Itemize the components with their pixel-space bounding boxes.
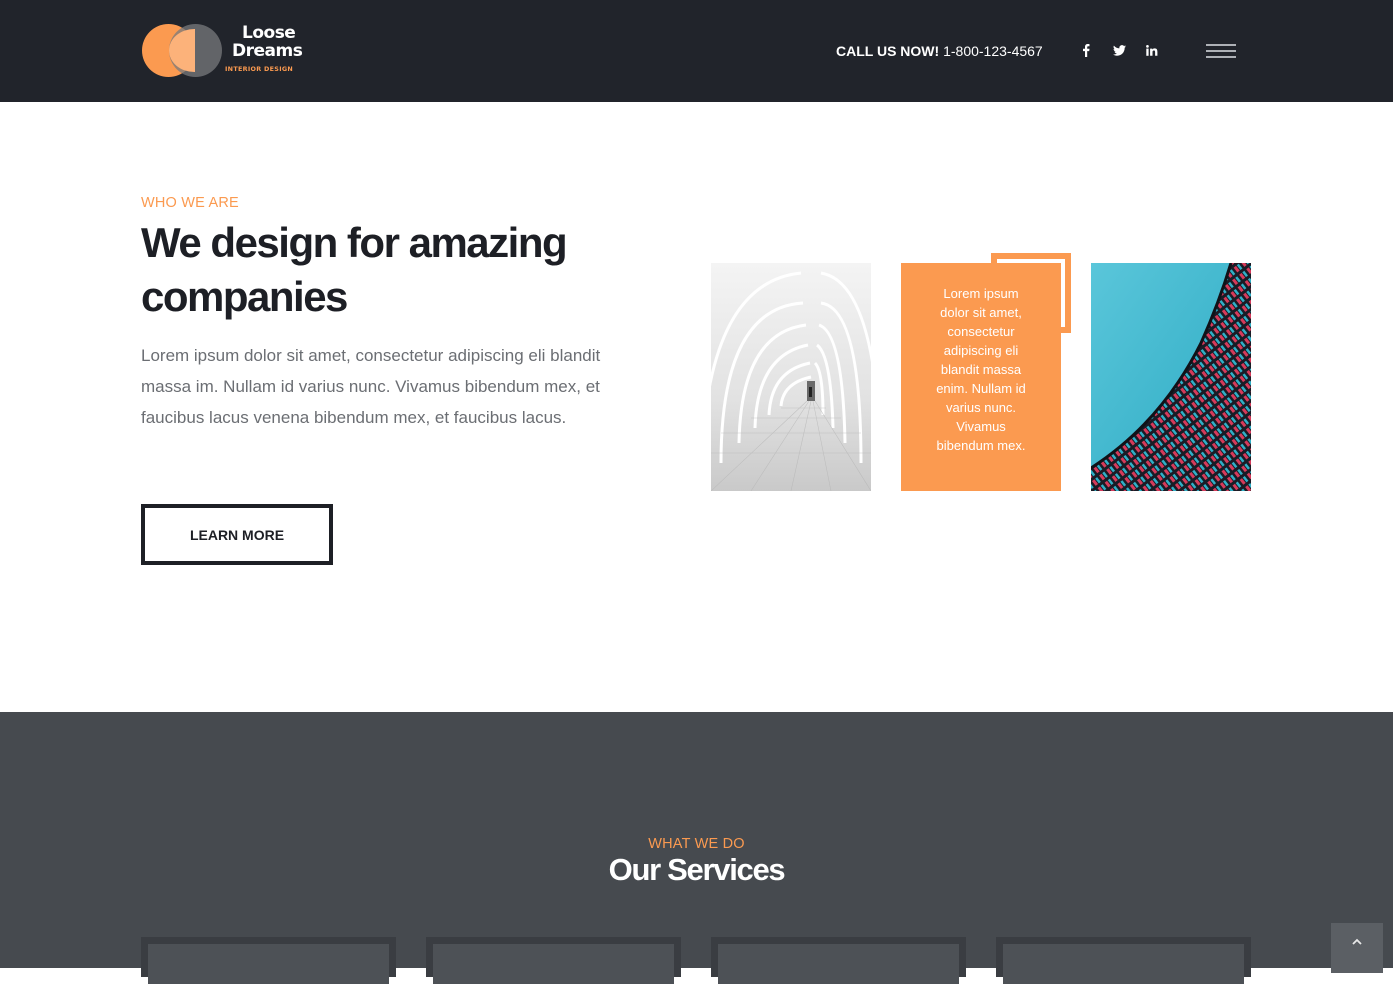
orange-card: Lorem ipsum dolor sit amet, consectetur … [901, 253, 1071, 491]
hamburger-icon[interactable] [1204, 40, 1238, 62]
phone-number[interactable]: 1-800-123-4567 [943, 43, 1043, 59]
about-body: Lorem ipsum dolor sit amet, consectetur … [141, 346, 601, 427]
service-card[interactable] [996, 937, 1251, 984]
tunnel-photo [711, 263, 871, 491]
service-card[interactable] [141, 937, 396, 984]
service-card[interactable] [711, 937, 966, 984]
service-card[interactable] [426, 937, 681, 984]
facebook-icon[interactable] [1076, 40, 1096, 60]
learn-more-button[interactable]: LEARN MORE [141, 504, 333, 565]
about-title: We design for amazing companies [141, 219, 568, 320]
logo-tagline: INTERIOR DESIGN [225, 65, 294, 73]
building-photo [1091, 263, 1251, 491]
call-label: CALL US NOW! [836, 43, 940, 59]
chevron-up-icon [1352, 938, 1362, 945]
about-eyebrow: WHO WE ARE [141, 195, 239, 211]
call-us[interactable]: CALL US NOW! 1-800-123-4567 [836, 41, 1043, 61]
site-logo[interactable]: Loose Dreams INTERIOR DESIGN [141, 23, 316, 79]
site-header: Loose Dreams INTERIOR DESIGN CALL US NOW… [0, 0, 1393, 102]
logo-word-1: Loose [242, 23, 296, 43]
scroll-to-top-button[interactable] [1331, 923, 1383, 973]
orange-card-text: Lorem ipsum dolor sit amet, consectetur … [901, 263, 1061, 491]
services-title: Our Services [608, 852, 786, 887]
services-section: WHAT WE DO Our Services [0, 712, 1393, 984]
twitter-icon[interactable] [1109, 40, 1129, 60]
logo-word-2: Dreams [232, 41, 303, 61]
linkedin-icon[interactable] [1142, 40, 1162, 60]
